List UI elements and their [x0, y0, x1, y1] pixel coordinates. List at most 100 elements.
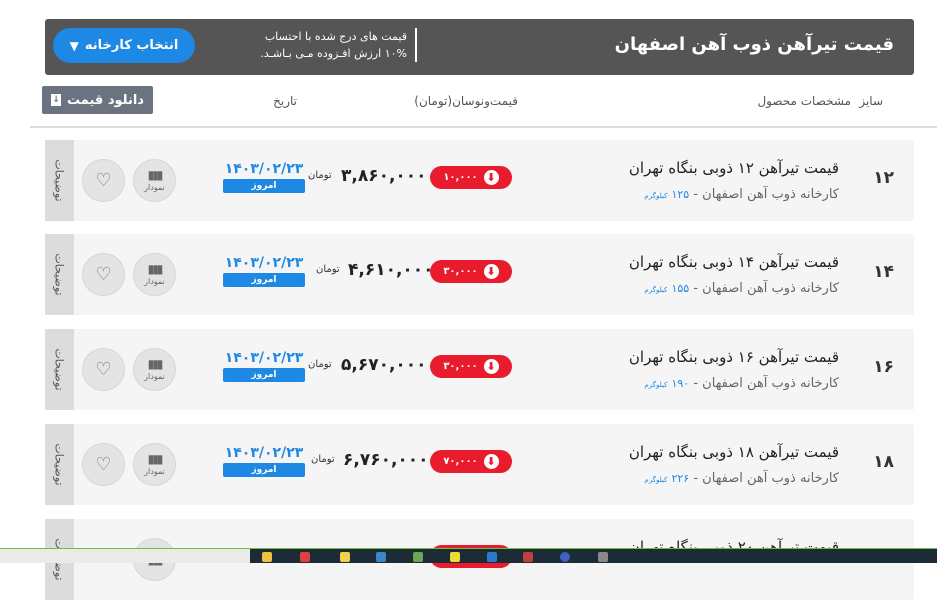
factory-name: کارخانه ذوب آهن اصفهان -: [693, 376, 839, 391]
col-date: تاریخ: [273, 94, 297, 108]
factory-name: کارخانه ذوب آهن اصفهان -: [693, 187, 839, 202]
weight-unit: کیلوگرم: [644, 476, 668, 484]
product-subtitle: کارخانه ذوب آهن اصفهان - ۱۵۵ کیلوگرم: [644, 281, 839, 296]
price-row: توضیحات ♡ ▮▮▮ نمودار ۱۴۰۳/۰۲/۲۳ امروز تو…: [45, 234, 914, 315]
product-title[interactable]: قیمت تیرآهن ۱۲ ذوبی بنگاه تهران: [629, 159, 839, 177]
price-change: ۷۰,۰۰۰: [443, 456, 478, 467]
description-tab[interactable]: توضیحات: [45, 140, 74, 221]
product-title[interactable]: قیمت تیرآهن ۱۸ ذوبی بنگاه تهران: [629, 443, 839, 461]
bar-chart-icon: ▮▮▮: [147, 452, 164, 466]
weight-unit: کیلوگرم: [644, 286, 668, 294]
header-divider: [30, 126, 937, 128]
download-label: دانلود قیمت: [67, 92, 144, 108]
description-tab[interactable]: توضیحات: [45, 424, 74, 505]
date-block: ۱۴۰۳/۰۲/۲۳ امروز: [223, 161, 305, 193]
vat-note-line2: ۱۰% ارزش افـزوده مـی بـاشـد.: [260, 47, 407, 60]
weight-value: ۱۵۵: [671, 282, 690, 295]
taskbar: [250, 548, 937, 563]
description-label: توضیحات: [53, 348, 66, 391]
app-icon[interactable]: [450, 552, 460, 562]
weight-value: ۱۲۵: [671, 188, 690, 201]
size: ۱۴: [873, 262, 894, 282]
today-badge: امروز: [223, 368, 305, 382]
page-header: قیمت تیرآهن ذوب آهن اصفهان قیمت های درج …: [45, 19, 914, 75]
app-icon[interactable]: [300, 552, 310, 562]
page-title: قیمت تیرآهن ذوب آهن اصفهان: [614, 34, 894, 55]
price-change: ۳۰,۰۰۰: [443, 266, 478, 277]
date: ۱۴۰۳/۰۲/۲۳: [224, 445, 304, 461]
app-icon[interactable]: [340, 552, 350, 562]
bar-chart-icon: ▮▮▮: [147, 357, 164, 371]
date-block: ۱۴۰۳/۰۲/۲۳ امروز: [223, 255, 305, 287]
weight-unit: کیلوگرم: [644, 381, 668, 389]
download-price-button[interactable]: دانلود قیمت ↓: [42, 86, 153, 114]
vat-note: قیمت های درج شده با احتساب ۱۰% ارزش افـز…: [217, 28, 417, 62]
description-tab[interactable]: توضیحات: [45, 234, 74, 315]
date-block: ۱۴۰۳/۰۲/۲۳ امروز: [223, 350, 305, 382]
product-subtitle: کارخانه ذوب آهن اصفهان - ۱۲۵ کیلوگرم: [644, 187, 839, 202]
weight-value: ۲۲۶: [671, 472, 690, 485]
col-spec: مشخصات محصول: [757, 94, 851, 108]
vat-note-line1: قیمت های درج شده با احتساب: [264, 30, 407, 43]
size: ۱۲: [873, 168, 894, 188]
arrow-down-circle-icon: ⬇: [483, 264, 499, 279]
price: ۵,۶۷۰,۰۰۰: [341, 355, 427, 375]
app-icon[interactable]: [413, 552, 423, 562]
product-subtitle: کارخانه ذوب آهن اصفهان - ۱۹۰ کیلوگرم: [644, 376, 839, 391]
weight-unit: کیلوگرم: [644, 192, 668, 200]
heart-icon[interactable]: ♡: [82, 348, 125, 391]
price-change-badge: ۱۰,۰۰۰ ⬇: [430, 166, 512, 189]
price-row: توضیحات ♡ ▮▮▮ نمودار ۱۴۰۳/۰۲/۲۳ امروز تو…: [45, 424, 914, 505]
heart-icon[interactable]: ♡: [82, 443, 125, 486]
today-badge: امروز: [223, 463, 305, 477]
chart-label: نمودار: [144, 372, 165, 381]
price-unit: تومان: [308, 359, 332, 370]
taskbar-left: [0, 548, 250, 563]
chart-label: نمودار: [144, 467, 165, 476]
arrow-down-circle-icon: ⬇: [483, 170, 499, 185]
price-change: ۳۰,۰۰۰: [443, 361, 478, 372]
price-unit: تومان: [311, 454, 335, 465]
col-size: سایز: [859, 94, 883, 108]
arrow-down-circle-icon: ⬇: [483, 359, 499, 374]
heart-icon[interactable]: ♡: [82, 253, 125, 296]
app-icon[interactable]: [487, 552, 497, 562]
chart-button[interactable]: ▮▮▮ نمودار: [133, 253, 176, 296]
choose-factory-button[interactable]: انتخاب کارخانه ▼: [53, 28, 195, 63]
chart-button[interactable]: ▮▮▮ نمودار: [133, 348, 176, 391]
app-icon[interactable]: [376, 552, 386, 562]
date: ۱۴۰۳/۰۲/۲۳: [224, 350, 304, 366]
chart-button[interactable]: ▮▮▮ نمودار: [133, 443, 176, 486]
app-icon[interactable]: [598, 552, 608, 562]
size: ۱۸: [873, 452, 894, 472]
weight-value: ۱۹۰: [671, 377, 690, 390]
chart-button[interactable]: ▮▮▮ نمودار: [133, 159, 176, 202]
product-title[interactable]: قیمت تیرآهن ۱۶ ذوبی بنگاه تهران: [629, 348, 839, 366]
price: ۴,۶۱۰,۰۰۰: [348, 260, 434, 280]
product-subtitle: کارخانه ذوب آهن اصفهان - ۲۲۶ کیلوگرم: [644, 471, 839, 486]
bar-chart-icon: ▮▮▮: [147, 262, 164, 276]
price-change-badge: ۳۰,۰۰۰ ⬇: [430, 355, 512, 378]
heart-icon[interactable]: ♡: [82, 159, 125, 202]
date-block: ۱۴۰۳/۰۲/۲۳ امروز: [223, 445, 305, 477]
col-price-change: قیمت‌ونوسان(تومان): [414, 94, 518, 108]
price-unit: تومان: [308, 170, 332, 181]
price-change-badge: ۳۰,۰۰۰ ⬇: [430, 260, 512, 283]
factory-name: کارخانه ذوب آهن اصفهان -: [693, 471, 839, 486]
app-icon[interactable]: [523, 552, 533, 562]
price-row: توضیحات ♡ ▮▮▮ نمودار ۱۴۰۳/۰۲/۲۳ امروز تو…: [45, 329, 914, 410]
app-icon[interactable]: [560, 552, 570, 562]
folder-icon[interactable]: [262, 552, 272, 562]
price: ۳,۸۶۰,۰۰۰: [341, 166, 427, 186]
arrow-down-circle-icon: ⬇: [483, 454, 499, 469]
size: ۱۶: [873, 357, 894, 377]
chart-label: نمودار: [144, 277, 165, 286]
description-label: توضیحات: [53, 443, 66, 486]
description-tab[interactable]: توضیحات: [45, 329, 74, 410]
factory-name: کارخانه ذوب آهن اصفهان -: [693, 281, 839, 296]
description-label: توضیحات: [53, 253, 66, 296]
today-badge: امروز: [223, 273, 305, 287]
download-icon: ↓: [51, 94, 62, 106]
price: ۶,۷۶۰,۰۰۰: [343, 450, 429, 470]
product-title[interactable]: قیمت تیرآهن ۱۴ ذوبی بنگاه تهران: [629, 253, 839, 271]
